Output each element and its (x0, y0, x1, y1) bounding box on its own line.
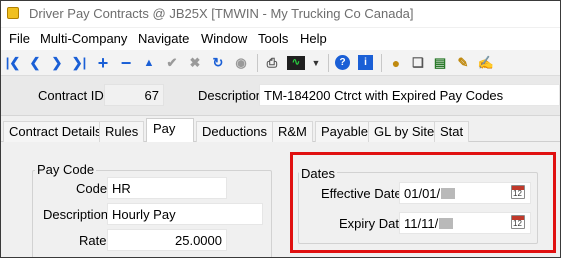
toolbar-separator (328, 54, 329, 72)
code-label: Code (76, 181, 108, 196)
description-field[interactable]: TM-184200 Ctrct with Expired Pay Codes (259, 84, 560, 106)
tab-payable[interactable]: Payable (315, 121, 374, 142)
tab-stat[interactable]: Stat (434, 121, 470, 142)
menu-multi-company[interactable]: Multi-Company (40, 31, 127, 46)
pay-code-group-title: Pay Code (35, 162, 97, 177)
toolbar-separator (257, 54, 258, 72)
tab-bar: Contract Details Rules Pay Deductions R&… (1, 117, 560, 143)
menu-window[interactable]: Window (201, 31, 247, 46)
tab-rules[interactable]: Rules (99, 121, 145, 142)
contract-id-label: Contract ID (38, 88, 104, 103)
toolbar: |❮ ❮ ❯ ❯| + − ▲ ✔ ✖ ↻ ◉ ⎙ ∿ ▼ ? i ● ❏ ▤ … (1, 50, 560, 76)
app-icon (7, 7, 19, 19)
remove-icon[interactable]: − (118, 54, 134, 72)
print-icon[interactable]: ⎙ (264, 55, 280, 71)
rate-field[interactable]: 25.0000 (107, 229, 227, 251)
toolbar-separator (381, 54, 382, 72)
info-icon[interactable]: i (358, 55, 373, 70)
title-bar: Driver Pay Contracts @ JB25X [TMWIN - My… (1, 1, 560, 27)
description-label: Description (198, 88, 264, 103)
dropdown-arrow-icon[interactable]: ▼ (308, 55, 324, 71)
edit-note-icon[interactable]: ✎ (455, 55, 471, 71)
first-record-icon[interactable]: |❮ (5, 55, 21, 71)
next-record-icon[interactable]: ❯ (49, 55, 65, 71)
code-field[interactable]: HR (107, 177, 227, 199)
tab-deductions[interactable]: Deductions (196, 121, 274, 142)
cancel-icon[interactable]: ✖ (187, 55, 203, 71)
menu-tools[interactable]: Tools (258, 31, 288, 46)
sign-icon[interactable]: ✍ (478, 55, 494, 71)
binoculars-icon[interactable]: ◉ (233, 55, 249, 71)
contract-header: Contract ID 67 Description TM-184200 Ctr… (1, 76, 560, 116)
money-bag-icon[interactable]: ● (388, 55, 404, 71)
pay-description-label: Description (43, 207, 109, 222)
window-title: Driver Pay Contracts @ JB25X [TMWIN - My… (29, 6, 414, 21)
accept-icon[interactable]: ✔ (164, 55, 180, 71)
menu-navigate[interactable]: Navigate (138, 31, 189, 46)
tab-gl-by-site[interactable]: GL by Site (368, 121, 441, 142)
monitor-icon[interactable]: ∿ (287, 56, 305, 70)
up-arrow-icon[interactable]: ▲ (141, 55, 157, 71)
tab-contract-details[interactable]: Contract Details (3, 121, 108, 142)
rate-label: Rate (79, 233, 107, 248)
refresh-icon[interactable]: ↻ (210, 55, 226, 71)
app-window: Driver Pay Contracts @ JB25X [TMWIN - My… (0, 0, 561, 258)
menu-file[interactable]: File (9, 31, 30, 46)
previous-record-icon[interactable]: ❮ (27, 55, 43, 71)
highlight-box (290, 152, 556, 253)
contract-id-field: 67 (104, 84, 164, 106)
last-record-icon[interactable]: ❯| (71, 55, 87, 71)
copy-icon[interactable]: ❏ (410, 55, 426, 71)
pay-description-field[interactable]: Hourly Pay (107, 203, 263, 225)
notes-icon[interactable]: ▤ (432, 55, 448, 71)
add-icon[interactable]: + (95, 54, 111, 72)
tab-r-and-m[interactable]: R&M (272, 121, 313, 142)
menu-help[interactable]: Help (300, 31, 327, 46)
menu-bar: File Multi-Company Navigate Window Tools… (1, 28, 560, 50)
tab-pay[interactable]: Pay (146, 118, 194, 143)
help-icon[interactable]: ? (335, 55, 350, 70)
